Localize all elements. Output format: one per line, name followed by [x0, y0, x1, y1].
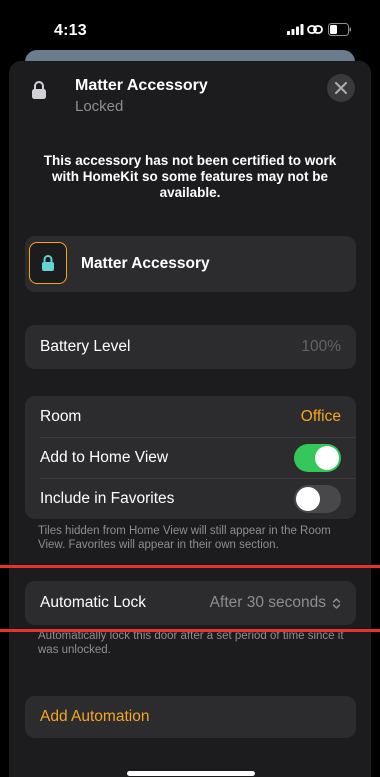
- favorites-row: Include in Favorites: [25, 478, 356, 519]
- home-view-label: Add to Home View: [40, 449, 169, 466]
- room-value[interactable]: Office: [301, 408, 341, 426]
- settings-group: Room Office Add to Home View Include in …: [25, 396, 356, 519]
- link-icon: [307, 25, 323, 34]
- close-icon: [335, 82, 347, 94]
- battery-icon: [328, 23, 351, 36]
- lock-icon: [32, 81, 46, 99]
- chevron-up-down-icon: [332, 598, 341, 609]
- battery-level-row: Battery Level 100%: [25, 325, 356, 369]
- status-time: 4:13: [54, 22, 87, 39]
- lock-icon: [42, 255, 54, 271]
- home-view-footnote: Tiles hidden from Home View will still a…: [38, 525, 331, 551]
- highlight-line-top: [0, 565, 380, 568]
- automatic-lock-value[interactable]: After 30 seconds: [210, 594, 326, 612]
- battery-level-label: Battery Level: [40, 338, 131, 355]
- accessory-tile-card[interactable]: Matter Accessory: [25, 236, 356, 292]
- add-automation-button[interactable]: Add Automation: [25, 696, 356, 738]
- room-row[interactable]: Room Office: [25, 396, 356, 437]
- highlight-line-bottom: [0, 629, 380, 632]
- accessory-status: Locked: [75, 98, 124, 115]
- status-bar: 4:13: [0, 0, 380, 44]
- home-view-row: Add to Home View: [25, 437, 356, 478]
- favorites-toggle[interactable]: [294, 485, 341, 513]
- accessory-title: Matter Accessory: [75, 77, 208, 94]
- home-view-toggle[interactable]: [294, 444, 341, 472]
- certification-warning: This accessory has not been certified to…: [43, 153, 337, 200]
- home-indicator: [127, 771, 255, 776]
- automatic-lock-label: Automatic Lock: [40, 594, 146, 611]
- automatic-lock-row[interactable]: Automatic Lock After 30 seconds: [25, 581, 356, 625]
- add-automation-label: Add Automation: [40, 708, 150, 725]
- cellular-signal-icon: [287, 24, 304, 35]
- accessory-tile-icon[interactable]: [29, 242, 67, 284]
- battery-level-value: 100%: [301, 338, 341, 355]
- close-button[interactable]: [327, 74, 355, 102]
- favorites-label: Include in Favorites: [40, 490, 175, 507]
- automatic-lock-footnote: Automatically lock this door after a set…: [38, 630, 344, 656]
- toggle-knob: [315, 446, 339, 470]
- accessory-detail-sheet: Matter Accessory Locked This accessory h…: [9, 61, 371, 777]
- room-label: Room: [40, 408, 82, 425]
- accessory-tile-name: Matter Accessory: [81, 255, 210, 272]
- toggle-knob: [296, 487, 320, 511]
